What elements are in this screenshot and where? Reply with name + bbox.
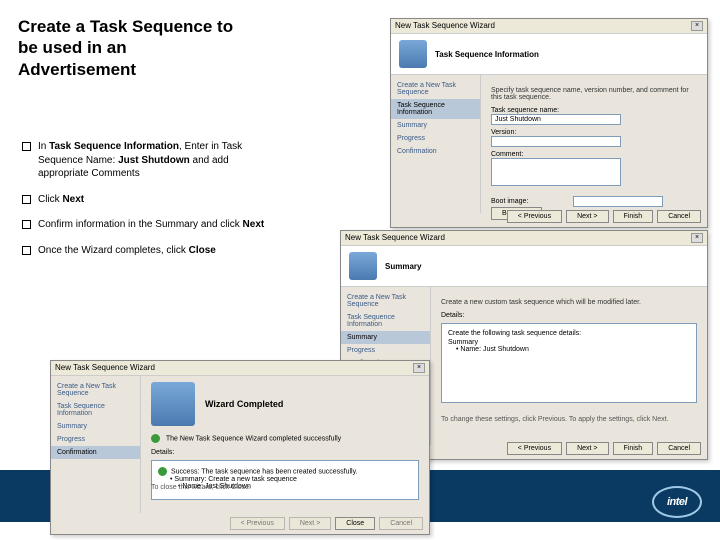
list-item: Once the Wizard completes, click Close [22, 244, 272, 258]
sidebar-item-create[interactable]: Create a New Task Sequence [341, 291, 430, 311]
titlebar[interactable]: New Task Sequence Wizard × [341, 231, 707, 246]
sidebar-item-info[interactable]: Task Sequence Information [341, 311, 430, 331]
sidebar-item-progress[interactable]: Progress [341, 344, 430, 357]
previous-button[interactable]: < Previous [507, 210, 562, 223]
sidebar-item-create[interactable]: Create a New Task Sequence [391, 79, 480, 99]
wizard-header: Task Sequence Information [435, 50, 539, 59]
finish-button[interactable]: Finish [613, 210, 654, 223]
wizard-header: Wizard Completed [205, 399, 283, 409]
wizard-icon [399, 40, 427, 68]
list-item: In Task Sequence Information, Enter in T… [22, 140, 272, 181]
sidebar-item-progress[interactable]: Progress [391, 132, 480, 145]
label-bootimage: Boot image: [491, 198, 571, 205]
label-version: Version: [491, 129, 571, 136]
details-label: Details: [441, 312, 697, 319]
list-item: Click Next [22, 193, 272, 207]
sidebar-item-info[interactable]: Task Sequence Information [391, 99, 480, 119]
next-button: Next > [289, 517, 331, 530]
finish-button[interactable]: Finish [613, 442, 654, 455]
previous-button: < Previous [230, 517, 285, 530]
window-title: New Task Sequence Wizard [395, 21, 495, 31]
task-sequence-name-input[interactable] [491, 114, 621, 125]
wizard-sidebar: Create a New Task Sequence Task Sequence… [391, 75, 481, 213]
window-title: New Task Sequence Wizard [345, 233, 445, 243]
cancel-button: Cancel [379, 517, 423, 530]
details-box: Create the following task sequence detai… [441, 323, 697, 403]
sidebar-item-confirm[interactable]: Confirmation [51, 446, 140, 459]
next-button[interactable]: Next > [566, 210, 608, 223]
cancel-button[interactable]: Cancel [657, 442, 701, 455]
close-icon[interactable]: × [691, 21, 703, 31]
sidebar-item-progress[interactable]: Progress [51, 433, 140, 446]
instruction-text: Create a new custom task sequence which … [441, 299, 697, 306]
details-label: Details: [151, 449, 419, 456]
wizard-header: Summary [385, 262, 421, 271]
sidebar-item-info[interactable]: Task Sequence Information [51, 400, 140, 420]
status-text: The New Task Sequence Wizard completed s… [166, 435, 341, 442]
titlebar[interactable]: New Task Sequence Wizard × [51, 361, 429, 376]
label-name: Task sequence name: [491, 107, 571, 114]
list-item: Confirm information in the Summary and c… [22, 218, 272, 232]
sidebar-item-create[interactable]: Create a New Task Sequence [51, 380, 140, 400]
next-button[interactable]: Next > [566, 442, 608, 455]
cancel-button[interactable]: Cancel [657, 210, 701, 223]
sidebar-item-confirm[interactable]: Confirmation [391, 145, 480, 158]
bullet-list: In Task Sequence Information, Enter in T… [22, 140, 272, 269]
instruction-text: Specify task sequence name, version numb… [491, 87, 697, 101]
version-input[interactable] [491, 136, 621, 147]
intel-logo: intel [652, 486, 702, 518]
success-icon [151, 434, 160, 443]
sidebar-item-summary[interactable]: Summary [51, 420, 140, 433]
label-comment: Comment: [491, 151, 571, 158]
wizard-icon [151, 382, 195, 426]
details-box: Success: The task sequence has been crea… [151, 460, 419, 500]
hint-text: To change these settings, click Previous… [441, 416, 668, 423]
close-icon[interactable]: × [413, 363, 425, 373]
bootimage-input[interactable] [573, 196, 663, 207]
close-icon[interactable]: × [691, 233, 703, 243]
wizard-icon [349, 252, 377, 280]
sidebar-item-summary[interactable]: Summary [391, 119, 480, 132]
wizard-completed: New Task Sequence Wizard × Create a New … [50, 360, 430, 535]
titlebar[interactable]: New Task Sequence Wizard × [391, 19, 707, 34]
previous-button[interactable]: < Previous [507, 442, 562, 455]
window-title: New Task Sequence Wizard [55, 363, 155, 373]
sidebar-item-summary[interactable]: Summary [341, 331, 430, 344]
success-icon [158, 467, 167, 476]
wizard-task-sequence-info: New Task Sequence Wizard × Task Sequence… [390, 18, 708, 228]
close-button[interactable]: Close [335, 517, 375, 530]
wizard-sidebar: Create a New Task Sequence Task Sequence… [51, 376, 141, 513]
slide-title: Create a Task Sequence to be used in an … [18, 16, 248, 80]
comment-input[interactable] [491, 158, 621, 186]
hint-text: To close this wizard, click Close. [151, 484, 251, 491]
